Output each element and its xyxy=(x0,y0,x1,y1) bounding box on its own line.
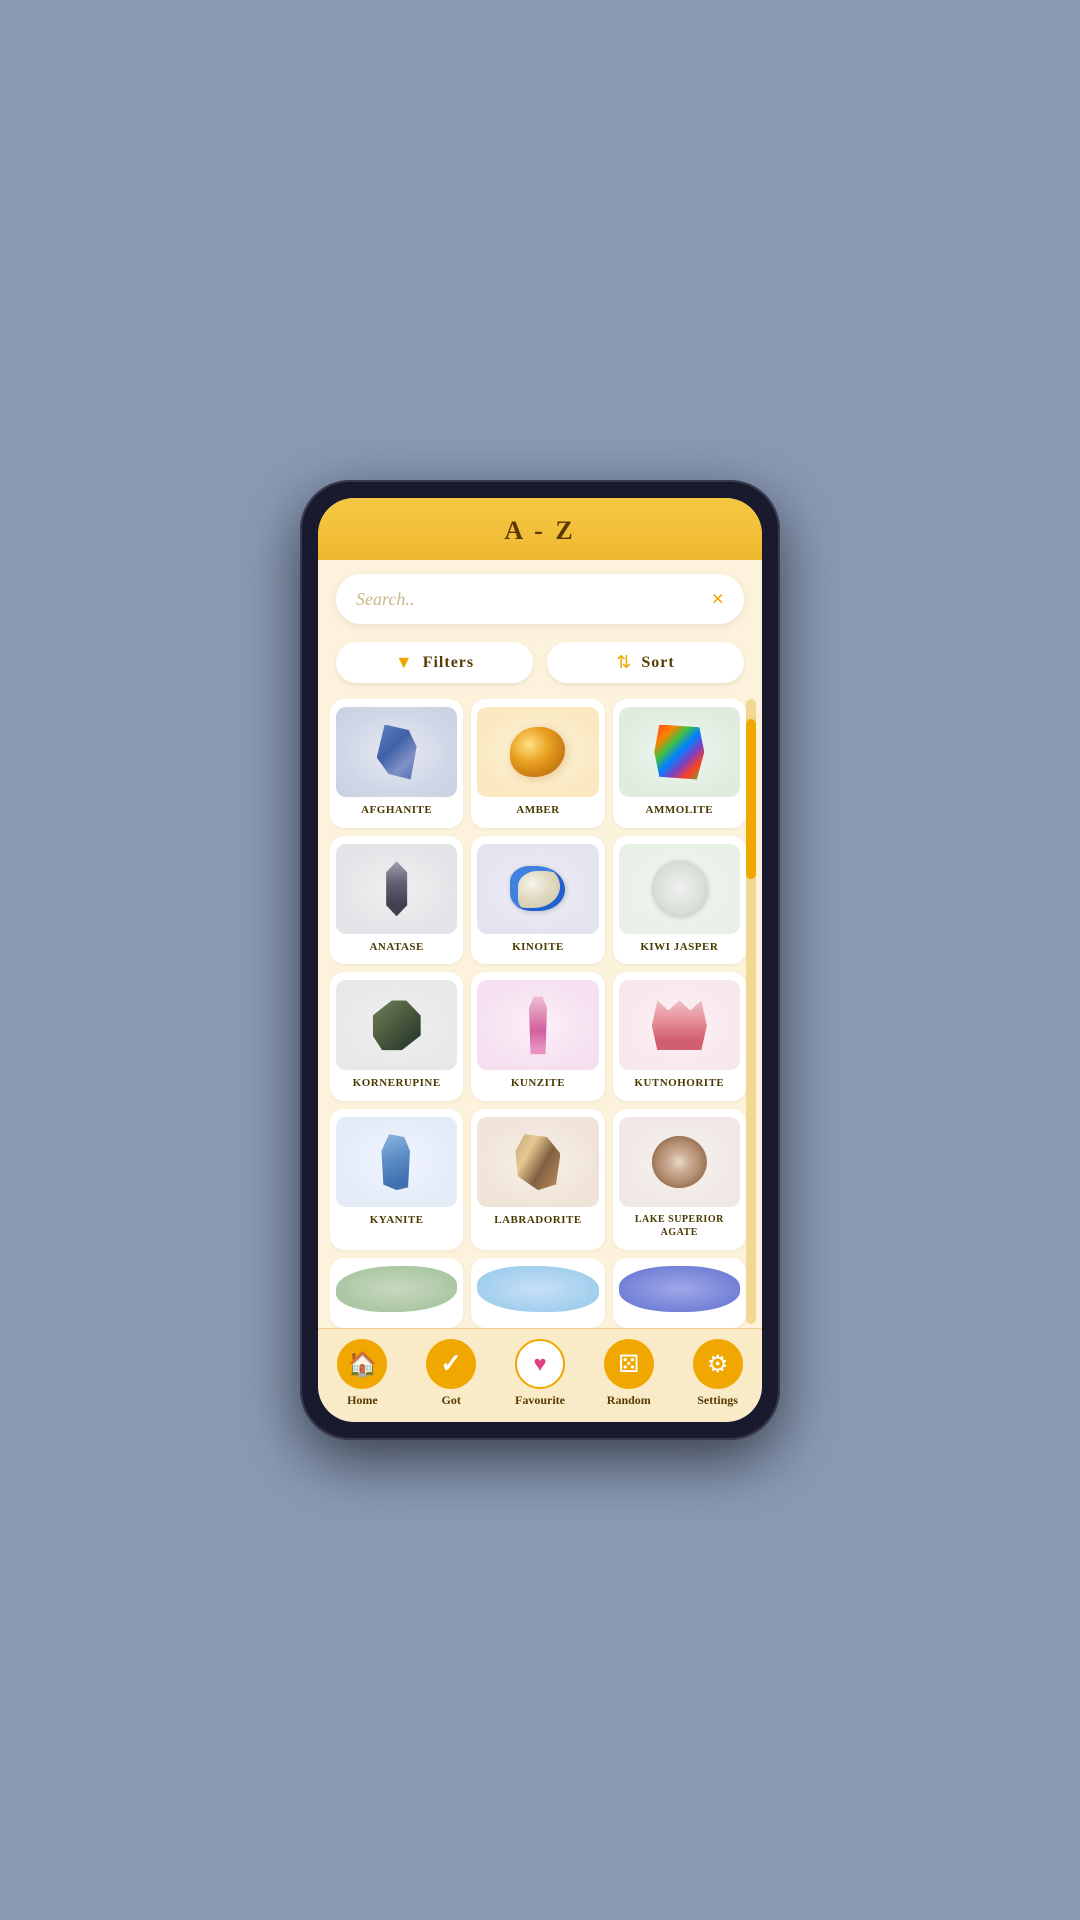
mineral-name-kutnohorite: Kutnohorite xyxy=(634,1076,724,1090)
filter-icon: ▼ xyxy=(395,652,413,673)
mineral-image-lake-superior xyxy=(619,1117,740,1207)
heart-icon: ♥ xyxy=(533,1351,546,1377)
bottom-navigation: 🏠 Home ✓ Got ♥ Favourite ⚄ Ra xyxy=(318,1328,762,1422)
mineral-name-kornerupine: Kornerupine xyxy=(353,1076,441,1090)
mineral-name-kunzite: Kunzite xyxy=(511,1076,565,1090)
home-icon-circle: 🏠 xyxy=(337,1339,387,1389)
mineral-name-anatase: Anatase xyxy=(369,940,423,954)
page-title: A - Z xyxy=(338,516,742,546)
search-input[interactable]: Search.. xyxy=(356,589,414,610)
checkmark-icon: ✓ xyxy=(440,1349,462,1379)
filters-label: Filters xyxy=(423,654,474,672)
nav-item-home[interactable]: 🏠 Home xyxy=(318,1339,407,1408)
mineral-name-labradorite: Labradorite xyxy=(494,1213,581,1227)
mineral-card-kinoite[interactable]: Kinoite xyxy=(471,836,604,965)
scrollbar-track xyxy=(746,699,756,1324)
sort-button[interactable]: ⇅ Sort xyxy=(547,642,744,683)
settings-icon-circle: ⚙ xyxy=(693,1339,743,1389)
mineral-card-kyanite[interactable]: Kyanite xyxy=(330,1109,463,1249)
mineral-card-kiwi-jasper[interactable]: Kiwi Jasper xyxy=(613,836,746,965)
nav-label-random: Random xyxy=(607,1393,651,1408)
nav-item-got[interactable]: ✓ Got xyxy=(407,1339,496,1408)
home-icon: 🏠 xyxy=(347,1350,377,1379)
mineral-name-lake-superior: Lake SuperiorAgate xyxy=(635,1213,724,1239)
mineral-image-amber xyxy=(477,707,598,797)
mineral-image-kutnohorite xyxy=(619,980,740,1070)
favourite-icon-circle: ♥ xyxy=(515,1339,565,1389)
mineral-image-anatase xyxy=(336,844,457,934)
filters-button[interactable]: ▼ Filters xyxy=(336,642,533,683)
mineral-name-amber: Amber xyxy=(516,803,559,817)
gear-icon: ⚙ xyxy=(707,1350,729,1379)
sort-label: Sort xyxy=(641,654,674,672)
mineral-image-labradorite xyxy=(477,1117,598,1207)
phone-screen: A - Z Search.. × ▼ Filters ⇅ Sort xyxy=(318,498,762,1422)
clear-search-button[interactable]: × xyxy=(711,586,724,612)
mineral-card-kunzite[interactable]: Kunzite xyxy=(471,972,604,1101)
mineral-card-ammolite[interactable]: Ammolite xyxy=(613,699,746,828)
dice-icon: ⚄ xyxy=(618,1350,639,1379)
mineral-name-kiwi-jasper: Kiwi Jasper xyxy=(640,940,718,954)
minerals-grid: Afghanite Amber Ammolite Anatase K xyxy=(330,699,750,1328)
mineral-name-kinoite: Kinoite xyxy=(512,940,564,954)
mineral-card-anatase[interactable]: Anatase xyxy=(330,836,463,965)
nav-item-favourite[interactable]: ♥ Favourite xyxy=(496,1339,585,1408)
mineral-image-afghanite xyxy=(336,707,457,797)
mineral-image-kinoite xyxy=(477,844,598,934)
mineral-card-kutnohorite[interactable]: Kutnohorite xyxy=(613,972,746,1101)
scrollbar-thumb[interactable] xyxy=(746,719,756,879)
mineral-image-kyanite xyxy=(336,1117,457,1207)
random-icon-circle: ⚄ xyxy=(604,1339,654,1389)
minerals-grid-container: Afghanite Amber Ammolite Anatase K xyxy=(318,695,762,1328)
mineral-card-amber[interactable]: Amber xyxy=(471,699,604,828)
mineral-card-afghanite[interactable]: Afghanite xyxy=(330,699,463,828)
nav-label-settings: Settings xyxy=(697,1393,738,1408)
mineral-name-afghanite: Afghanite xyxy=(361,803,432,817)
mineral-card-labradorite[interactable]: Labradorite xyxy=(471,1109,604,1249)
mineral-card-partial-2[interactable] xyxy=(471,1258,604,1328)
nav-item-random[interactable]: ⚄ Random xyxy=(584,1339,673,1408)
mineral-image-kiwi-jasper xyxy=(619,844,740,934)
mineral-card-partial-3[interactable] xyxy=(613,1258,746,1328)
mineral-name-ammolite: Ammolite xyxy=(646,803,714,817)
mineral-image-kornerupine xyxy=(336,980,457,1070)
phone-frame: A - Z Search.. × ▼ Filters ⇅ Sort xyxy=(300,480,780,1440)
header: A - Z xyxy=(318,498,762,560)
mineral-image-kunzite xyxy=(477,980,598,1070)
nav-label-got: Got xyxy=(442,1393,461,1408)
search-bar: Search.. × xyxy=(336,574,744,624)
mineral-card-kornerupine[interactable]: Kornerupine xyxy=(330,972,463,1101)
nav-item-settings[interactable]: ⚙ Settings xyxy=(673,1339,762,1408)
nav-label-home: Home xyxy=(347,1393,378,1408)
mineral-image-ammolite xyxy=(619,707,740,797)
got-icon-circle: ✓ xyxy=(426,1339,476,1389)
mineral-card-lake-superior[interactable]: Lake SuperiorAgate xyxy=(613,1109,746,1249)
mineral-name-kyanite: Kyanite xyxy=(370,1213,424,1227)
mineral-card-partial-1[interactable] xyxy=(330,1258,463,1328)
search-section: Search.. × xyxy=(318,560,762,634)
sort-icon: ⇅ xyxy=(616,652,631,673)
filter-sort-row: ▼ Filters ⇅ Sort xyxy=(318,634,762,695)
nav-label-favourite: Favourite xyxy=(515,1393,565,1408)
